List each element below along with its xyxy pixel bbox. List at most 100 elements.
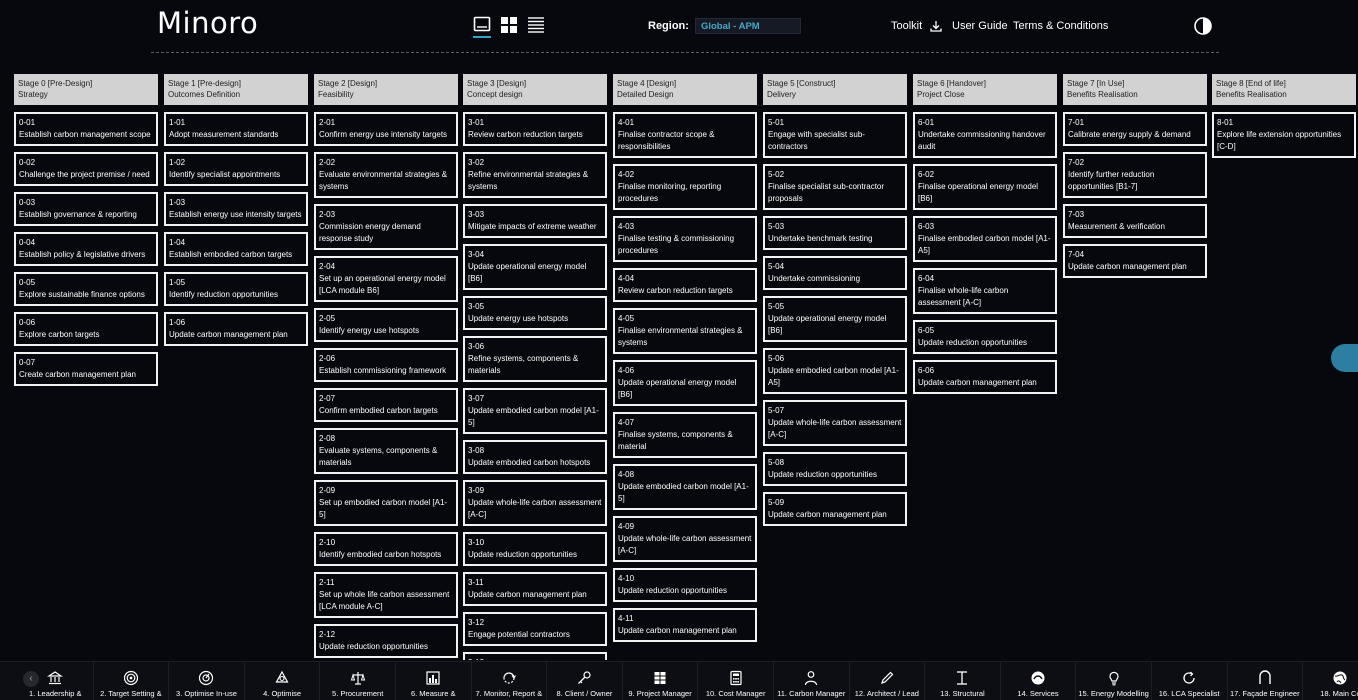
contrast-toggle-icon[interactable] bbox=[1194, 17, 1212, 35]
user-guide-link[interactable]: User Guide bbox=[952, 20, 1008, 32]
role-tab[interactable]: 2. Target Setting & bbox=[94, 662, 170, 700]
task-card[interactable]: 4-04 Review carbon reduction targets bbox=[613, 268, 757, 302]
role-tab[interactable]: 18. Main Co bbox=[1303, 662, 1358, 700]
stage-header[interactable]: Stage 5 [Construct] Delivery bbox=[763, 74, 907, 105]
task-card[interactable]: 0-01 Establish carbon management scope bbox=[14, 112, 158, 146]
task-card[interactable]: 1-01 Adopt measurement standards bbox=[164, 112, 308, 146]
task-card[interactable]: 2-03 Commission energy demand response st… bbox=[314, 204, 458, 250]
region-dropdown[interactable]: Global - APM bbox=[694, 18, 801, 34]
task-card[interactable]: 7-04 Update carbon management plan bbox=[1063, 244, 1207, 278]
task-card[interactable]: 3-01 Review carbon reduction targets bbox=[463, 112, 607, 146]
task-card[interactable]: 5-03 Undertake benchmark testing bbox=[763, 216, 907, 250]
task-card[interactable]: 3-12 Engage potential contractors bbox=[463, 612, 607, 646]
task-card[interactable]: 1-04 Establish embodied carbon targets bbox=[164, 232, 308, 266]
role-tab[interactable]: 15. Energy Modelling bbox=[1076, 662, 1152, 700]
task-card[interactable]: 6-01 Undertake commissioning handover aud… bbox=[913, 112, 1057, 158]
task-card[interactable]: 0-02 Challenge the project premise / need bbox=[14, 152, 158, 186]
task-card[interactable]: 2-02 Evaluate environmental strategies & … bbox=[314, 152, 458, 198]
task-card[interactable]: 5-09 Update carbon management plan bbox=[763, 492, 907, 526]
app-logo[interactable]: Minoro bbox=[157, 6, 258, 40]
task-card[interactable]: 2-07 Confirm embodied carbon targets bbox=[314, 388, 458, 422]
task-card[interactable]: 3-06 Refine systems, components & materia… bbox=[463, 336, 607, 382]
task-card[interactable]: 7-02 Identify further reduction opportuni… bbox=[1063, 152, 1207, 198]
role-tab[interactable]: 6. Measure & bbox=[396, 662, 472, 700]
task-card[interactable]: 1-05 Identify reduction opportunities bbox=[164, 272, 308, 306]
task-card[interactable]: 3-02 Refine environmental strategies & sy… bbox=[463, 152, 607, 198]
task-card[interactable]: 2-06 Establish commissioning framework bbox=[314, 348, 458, 382]
task-card[interactable]: 1-03 Establish energy use intensity targe… bbox=[164, 192, 308, 226]
task-card[interactable]: 3-11 Update carbon management plan bbox=[463, 572, 607, 606]
task-card[interactable]: 6-05 Update reduction opportunities bbox=[913, 320, 1057, 354]
task-card[interactable]: 2-09 Set up embodied carbon model [A1-5] bbox=[314, 480, 458, 526]
task-card[interactable]: 7-03 Measurement & verification bbox=[1063, 204, 1207, 238]
terms-link[interactable]: Terms & Conditions bbox=[1013, 20, 1108, 32]
task-card[interactable]: 6-06 Update carbon management plan bbox=[913, 360, 1057, 394]
toolkit-link[interactable]: Toolkit bbox=[891, 20, 942, 32]
stage-header[interactable]: Stage 1 [Pre-design] Outcomes Definition bbox=[164, 74, 308, 105]
side-panel-handle[interactable] bbox=[1331, 344, 1358, 372]
task-card[interactable]: 6-02 Finalise operational energy model [B… bbox=[913, 164, 1057, 210]
role-tab[interactable]: 7. Monitor, Report & bbox=[472, 662, 548, 700]
task-card[interactable]: 6-03 Finalise embodied carbon model [A1-A… bbox=[913, 216, 1057, 262]
task-card[interactable]: 4-05 Finalise environmental strategies & … bbox=[613, 308, 757, 354]
task-card[interactable]: 0-04 Establish policy & legislative drive… bbox=[14, 232, 158, 266]
task-card[interactable]: 2-10 Identify embodied carbon hotspots bbox=[314, 532, 458, 566]
list-view-icon[interactable] bbox=[473, 16, 491, 34]
task-card[interactable]: 3-07 Update embodied carbon model [A1-5] bbox=[463, 388, 607, 434]
stage-header[interactable]: Stage 0 [Pre-Design] Strategy bbox=[14, 74, 158, 105]
task-card[interactable]: 3-13 bbox=[463, 652, 607, 660]
task-card[interactable]: 2-01 Confirm energy use intensity targets bbox=[314, 112, 458, 146]
task-card[interactable]: 2-08 Evaluate systems, components & mater… bbox=[314, 428, 458, 474]
stage-header[interactable]: Stage 7 [In Use] Benefits Realisation bbox=[1063, 74, 1207, 105]
task-card[interactable]: 3-04 Update operational energy model [B6] bbox=[463, 244, 607, 290]
task-card[interactable]: 5-07 Update whole-life carbon assessment … bbox=[763, 400, 907, 446]
task-card[interactable]: 6-04 Finalise whole-life carbon assessmen… bbox=[913, 268, 1057, 314]
task-card[interactable]: 8-01 Explore life extension opportunities… bbox=[1212, 112, 1356, 158]
task-card[interactable]: 0-06 Explore carbon targets bbox=[14, 312, 158, 346]
role-tab[interactable]: 5. Procurement bbox=[320, 662, 396, 700]
task-card[interactable]: 2-11 Set up whole life carbon assessment … bbox=[314, 572, 458, 618]
task-card[interactable]: 5-05 Update operational energy model [B6] bbox=[763, 296, 907, 342]
role-tab[interactable]: 16. LCA Specialist bbox=[1152, 662, 1228, 700]
task-card[interactable]: 1-06 Update carbon management plan bbox=[164, 312, 308, 346]
role-tab[interactable]: 3. Optimise In-use bbox=[169, 662, 245, 700]
task-card[interactable]: 0-03 Establish governance & reporting bbox=[14, 192, 158, 226]
task-card[interactable]: 7-01 Calibrate energy supply & demand bbox=[1063, 112, 1207, 146]
stage-header[interactable]: Stage 2 [Design] Feasibility bbox=[314, 74, 458, 105]
task-card[interactable]: 3-03 Mitigate impacts of extreme weather bbox=[463, 204, 607, 238]
task-card[interactable]: 2-12 Update reduction opportunities bbox=[314, 624, 458, 658]
task-card[interactable]: 3-05 Update energy use hotspots bbox=[463, 296, 607, 330]
role-tab[interactable]: 8. Client / Owner bbox=[547, 662, 623, 700]
task-card[interactable]: 4-11 Update carbon management plan bbox=[613, 608, 757, 642]
task-card[interactable]: 3-09 Update whole-life carbon assessment … bbox=[463, 480, 607, 526]
role-tab[interactable]: 4. Optimise bbox=[245, 662, 321, 700]
task-card[interactable]: 4-07 Finalise systems, components & mater… bbox=[613, 412, 757, 458]
role-tab[interactable]: 11. Carbon Manager bbox=[774, 662, 850, 700]
role-tab[interactable]: 9. Project Manager bbox=[623, 662, 699, 700]
task-card[interactable]: 4-08 Update embodied carbon model [A1-5] bbox=[613, 464, 757, 510]
task-card[interactable]: 4-03 Finalise testing & commissioning pro… bbox=[613, 216, 757, 262]
task-card[interactable]: 5-04 Undertake commissioning bbox=[763, 256, 907, 290]
role-tab[interactable]: 17. Façade Engineer bbox=[1228, 662, 1304, 700]
task-card[interactable]: 4-02 Finalise monitoring, reporting proce… bbox=[613, 164, 757, 210]
task-card[interactable]: 4-09 Update whole-life carbon assessment … bbox=[613, 516, 757, 562]
task-card[interactable]: 0-07 Create carbon management plan bbox=[14, 352, 158, 386]
task-card[interactable]: 4-10 Update reduction opportunities bbox=[613, 568, 757, 602]
task-card[interactable]: 3-08 Update embodied carbon hotspots bbox=[463, 440, 607, 474]
stage-header[interactable]: Stage 6 [Handover] Project Close bbox=[913, 74, 1057, 105]
task-card[interactable]: 5-06 Update embodied carbon model [A1-A5] bbox=[763, 348, 907, 394]
role-tab[interactable]: 12. Architect / Lead bbox=[850, 662, 926, 700]
grid-view-icon[interactable] bbox=[500, 16, 518, 34]
task-card[interactable]: 0-05 Explore sustainable finance options bbox=[14, 272, 158, 306]
task-card[interactable]: 2-05 Identify energy use hotspots bbox=[314, 308, 458, 342]
task-card[interactable]: 5-08 Update reduction opportunities bbox=[763, 452, 907, 486]
role-tab[interactable]: 10. Cost Manager bbox=[698, 662, 774, 700]
role-tab[interactable]: 14. Services bbox=[1001, 662, 1077, 700]
stage-header[interactable]: Stage 8 [End of life] Benefits Realisatio… bbox=[1212, 74, 1356, 105]
task-card[interactable]: 1-02 Identify specialist appointments bbox=[164, 152, 308, 186]
task-card[interactable]: 5-02 Finalise specialist sub-contractor p… bbox=[763, 164, 907, 210]
stage-header[interactable]: Stage 3 [Design] Concept design bbox=[463, 74, 607, 105]
stage-header[interactable]: Stage 4 [Design] Detailed Design bbox=[613, 74, 757, 105]
task-card[interactable]: 2-04 Set up an operational energy model [… bbox=[314, 256, 458, 302]
task-card[interactable]: 5-01 Engage with specialist sub-contracto… bbox=[763, 112, 907, 158]
